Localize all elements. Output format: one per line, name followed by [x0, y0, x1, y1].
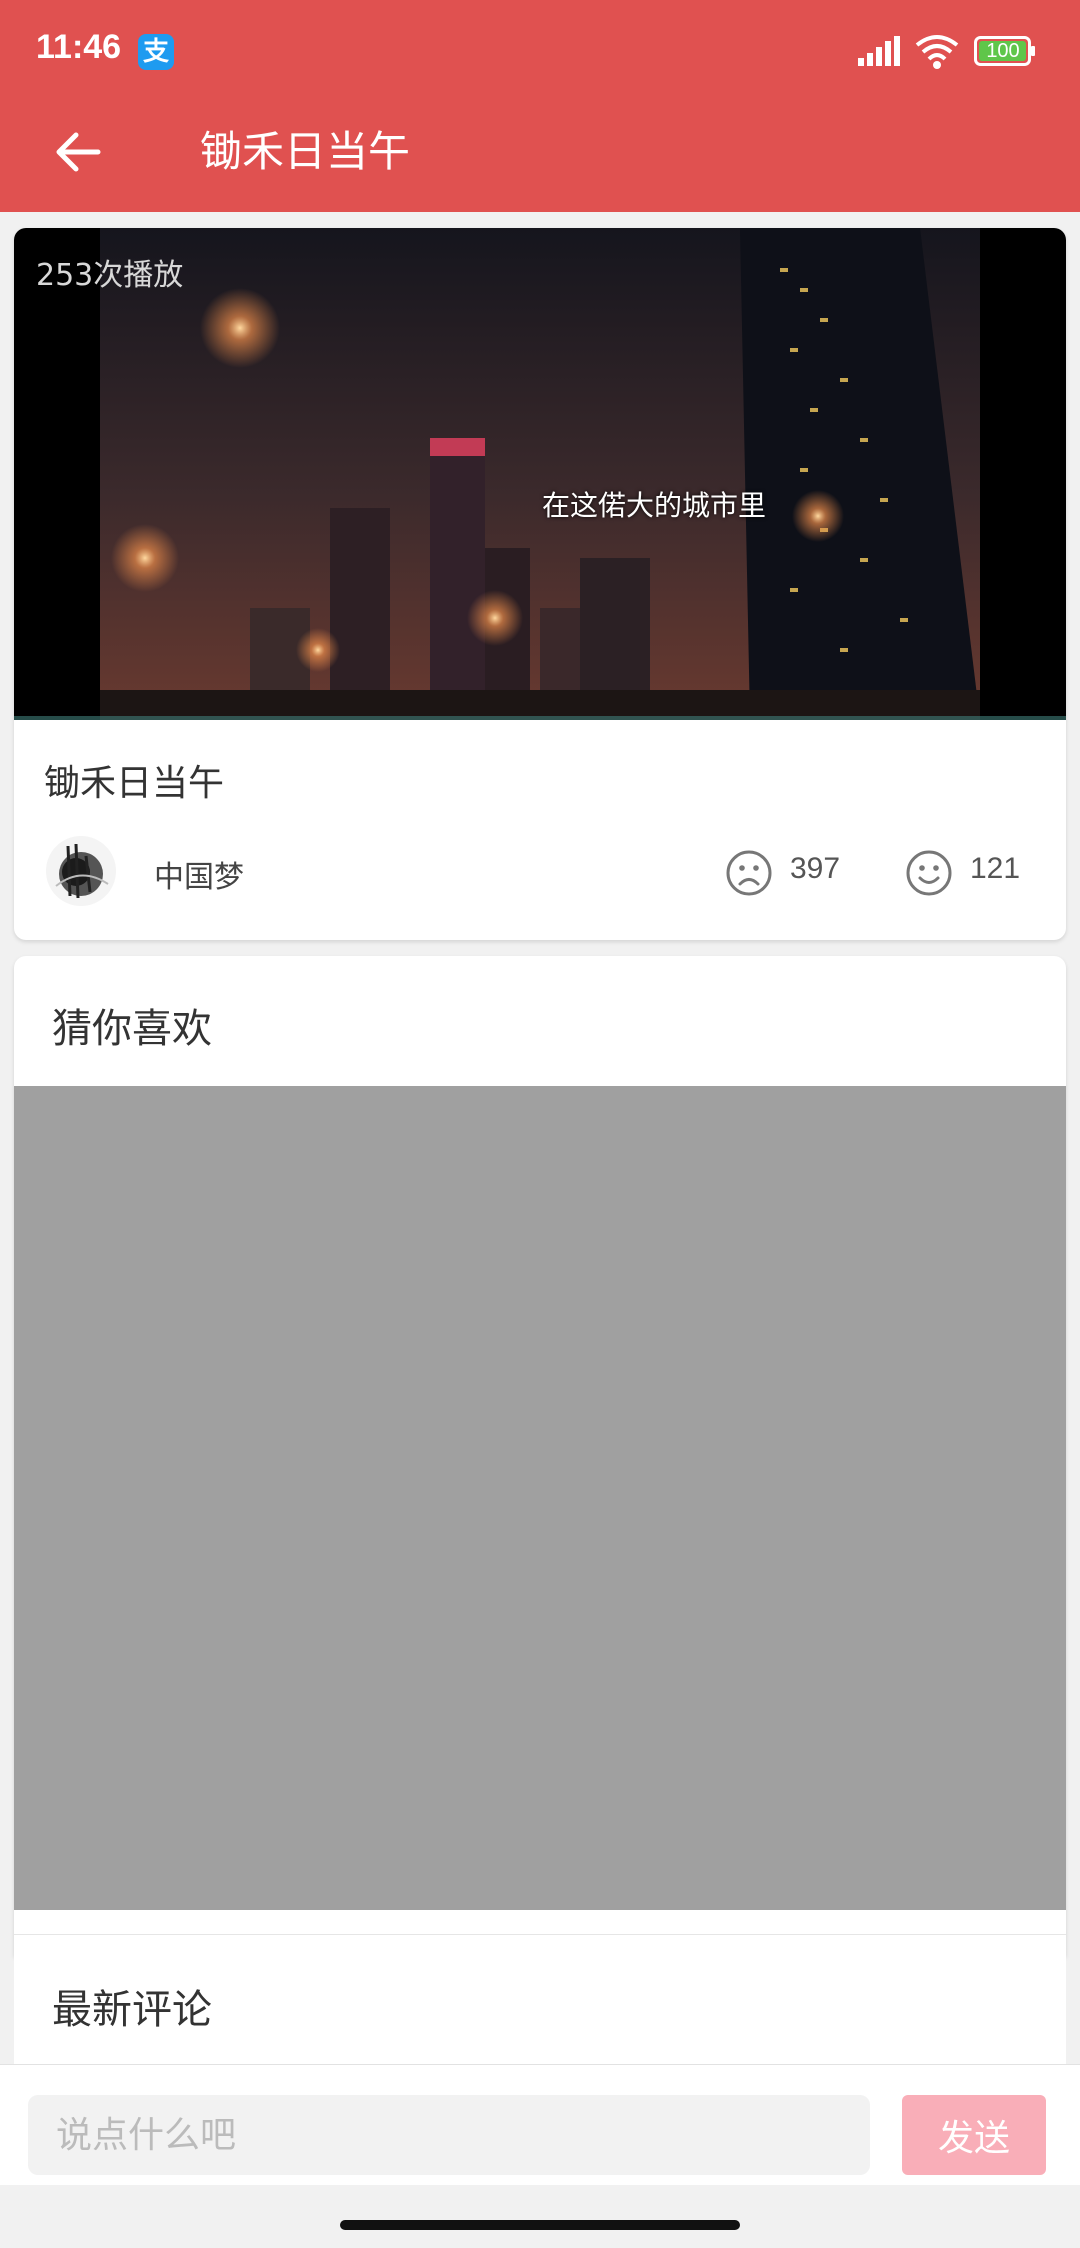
comment-input-bar: 发送	[0, 2064, 1080, 2185]
dislike-count: 397	[790, 852, 841, 885]
sad-face-icon[interactable]	[724, 848, 774, 898]
comment-input[interactable]	[28, 2095, 870, 2175]
arrow-left-icon[interactable]	[50, 124, 106, 180]
recommend-section: 猜你喜欢	[14, 956, 1066, 1956]
recommend-title: 猜你喜欢	[52, 1006, 212, 1052]
smile-face-icon[interactable]	[904, 848, 954, 898]
signal-icon	[858, 36, 900, 66]
video-subtitle: 在这偌大的城市里	[542, 489, 767, 522]
author-avatar[interactable]	[46, 836, 116, 906]
home-indicator[interactable]	[340, 2220, 740, 2230]
send-button[interactable]: 发送	[902, 2095, 1046, 2175]
recommend-content-placeholder	[14, 1086, 1066, 1910]
video-frame	[100, 228, 980, 720]
comments-title: 最新评论	[52, 1987, 212, 2033]
video-progress-bar[interactable]	[14, 716, 1066, 720]
wifi-icon	[915, 35, 959, 69]
alipay-icon: 支	[138, 34, 174, 70]
video-player[interactable]: 253次播放 在这偌大的城市里	[14, 228, 1066, 720]
page-title: 锄禾日当午	[200, 127, 411, 176]
app-bar: 11:46 支 100 锄禾日当午	[0, 0, 1080, 212]
comments-section: 最新评论	[14, 1934, 1066, 2065]
like-count: 121	[970, 852, 1021, 885]
author-name[interactable]: 中国梦	[154, 852, 244, 896]
status-time: 11:46	[36, 28, 122, 66]
battery-level: 100	[986, 40, 1020, 62]
video-card: 253次播放 在这偌大的城市里 锄禾日当午 中国梦 397 121	[14, 228, 1066, 940]
avatar-image	[55, 843, 109, 899]
play-count: 253次播放	[36, 258, 184, 293]
video-title: 锄禾日当午	[44, 763, 225, 804]
